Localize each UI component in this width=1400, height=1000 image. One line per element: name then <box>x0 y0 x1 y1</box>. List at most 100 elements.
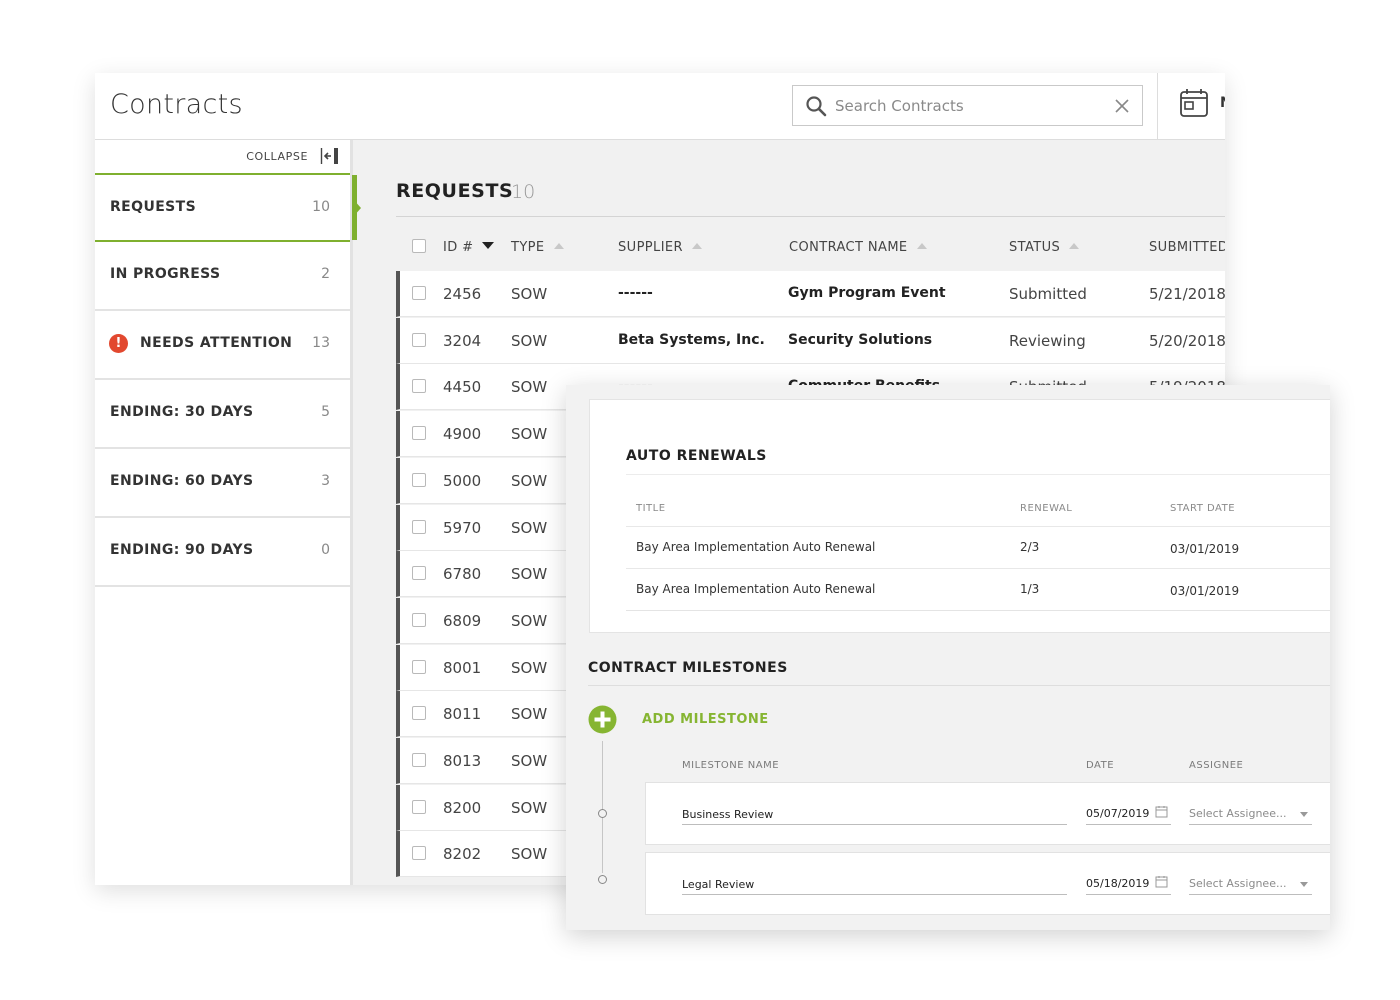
row-checkbox[interactable] <box>412 753 426 767</box>
milestone-date-field[interactable]: 05/07/2019 <box>1086 805 1171 825</box>
timeline-dot <box>598 875 607 884</box>
cell-type: SOW <box>511 565 548 583</box>
milestones-column-assignee: ASSIGNEE <box>1189 760 1244 771</box>
page-title: Contracts <box>110 89 243 120</box>
cell-type: SOW <box>511 752 548 770</box>
cell-id: 4450 <box>443 378 482 396</box>
sidebar-item-needs-attention[interactable]: ! NEEDS ATTENTION 13 <box>95 311 350 380</box>
auto-renewals-title: AUTO RENEWALS <box>626 448 767 464</box>
sidebar-item-requests[interactable]: REQUESTS 10 <box>95 173 357 242</box>
row-checkbox[interactable] <box>412 566 426 580</box>
row-checkbox[interactable] <box>412 379 426 393</box>
sidebar-item-count: 0 <box>321 542 330 558</box>
sidebar-item-count: 2 <box>321 266 330 282</box>
column-header-supplier[interactable]: SUPPLIER <box>618 240 702 255</box>
calendar-icon[interactable] <box>1155 875 1168 888</box>
chevron-down-icon <box>1300 812 1308 817</box>
collapse-left-icon[interactable] <box>320 147 340 165</box>
cell-type: SOW <box>511 705 548 723</box>
renewal-row[interactable]: Bay Area Implementation Auto Renewal 2/3… <box>626 526 1330 568</box>
cell-id: 8001 <box>443 659 482 677</box>
sidebar-item-label: NEEDS ATTENTION <box>140 335 293 351</box>
section-count: 10 <box>511 181 536 203</box>
plus-circle-icon[interactable] <box>588 705 617 734</box>
milestone-date-field[interactable]: 05/18/2019 <box>1086 875 1171 895</box>
table-row[interactable]: 2456 SOW ------ Gym Program Event Submitted 5… <box>396 271 1225 317</box>
cell-supplier: Beta Systems, Inc. <box>618 332 765 348</box>
row-checkbox[interactable] <box>412 426 426 440</box>
column-header-label: SUBMITTED <box>1149 240 1225 255</box>
milestones-title: CONTRACT MILESTONES <box>588 660 788 676</box>
milestones-column-date: DATE <box>1086 760 1115 771</box>
sort-asc-icon <box>691 243 702 249</box>
cell-id: 5970 <box>443 519 482 537</box>
close-icon[interactable] <box>1113 97 1131 115</box>
auto-renewals-panel: AUTO RENEWALS TITLE RENEWAL START DATE B… <box>589 399 1330 633</box>
assignee-select[interactable]: Select Assignee... <box>1189 875 1312 895</box>
cell-submitted: 5/20/2018 <box>1149 332 1225 350</box>
cell-type: SOW <box>511 659 548 677</box>
sidebar-item-in-progress[interactable]: IN PROGRESS 2 <box>95 242 350 311</box>
renewals-column-renewal: RENEWAL <box>1020 503 1073 514</box>
cell-status: Submitted <box>1009 285 1087 303</box>
row-checkbox[interactable] <box>412 286 426 300</box>
cell-type: SOW <box>511 845 548 863</box>
collapse-label: COLLAPSE <box>246 150 308 163</box>
cell-id: 3204 <box>443 332 482 350</box>
renewal-count: 2/3 <box>1020 540 1040 554</box>
row-checkbox[interactable] <box>412 473 426 487</box>
cell-id: 2456 <box>443 285 482 303</box>
cell-id: 8011 <box>443 705 482 723</box>
search-box[interactable] <box>792 85 1143 126</box>
row-checkbox[interactable] <box>412 800 426 814</box>
renewal-count: 1/3 <box>1020 582 1040 596</box>
row-checkbox[interactable] <box>412 846 426 860</box>
sidebar-item-ending-60-days[interactable]: ENDING: 60 DAYS 3 <box>95 449 350 518</box>
add-milestone-button[interactable]: ADD MILESTONE <box>642 712 769 727</box>
column-header-status[interactable]: STATUS <box>1009 240 1080 255</box>
sidebar-item-ending-90-days[interactable]: ENDING: 90 DAYS 0 <box>95 518 350 587</box>
cell-type: SOW <box>511 378 548 396</box>
cell-type: SOW <box>511 612 548 630</box>
row-checkbox[interactable] <box>412 333 426 347</box>
select-all-checkbox[interactable] <box>412 239 426 253</box>
alert-circle-icon: ! <box>109 334 128 353</box>
row-checkbox[interactable] <box>412 706 426 720</box>
column-header-id[interactable]: ID # <box>443 240 495 255</box>
sidebar-item-count: 13 <box>312 335 330 351</box>
cell-supplier: ------ <box>618 285 653 301</box>
cell-type: SOW <box>511 519 548 537</box>
column-header-contract-name[interactable]: CONTRACT NAME <box>789 240 927 255</box>
renewal-row[interactable]: Bay Area Implementation Auto Renewal 1/3… <box>626 568 1330 610</box>
sort-asc-icon <box>916 243 927 249</box>
row-checkbox[interactable] <box>412 520 426 534</box>
renewal-title: Bay Area Implementation Auto Renewal <box>636 582 876 596</box>
column-header-label: STATUS <box>1009 240 1061 255</box>
topbar-cut-label: N <box>1220 95 1225 111</box>
renewals-column-start-date: START DATE <box>1170 503 1236 514</box>
calendar-icon[interactable] <box>1155 805 1168 818</box>
cell-submitted: 5/21/2018 | <box>1149 285 1225 303</box>
assignee-placeholder: Select Assignee... <box>1189 807 1287 820</box>
divider <box>626 474 1330 475</box>
collapse-row[interactable]: COLLAPSE <box>95 140 350 173</box>
milestone-name-field[interactable]: Business Review <box>682 805 1067 825</box>
table-row[interactable]: 3204 SOW Beta Systems, Inc. Security Soluti… <box>396 318 1225 364</box>
search-input[interactable] <box>835 94 1095 118</box>
sidebar-item-label: REQUESTS <box>110 199 197 215</box>
cell-type: SOW <box>511 285 548 303</box>
sidebar-item-ending-30-days[interactable]: ENDING: 30 DAYS 5 <box>95 380 350 449</box>
column-header-submitted[interactable]: SUBMITTED <box>1149 240 1225 255</box>
cell-id: 4900 <box>443 425 482 443</box>
column-header-type[interactable]: TYPE <box>511 240 564 255</box>
row-checkbox[interactable] <box>412 613 426 627</box>
assignee-select[interactable]: Select Assignee... <box>1189 805 1312 825</box>
milestone-date-value: 05/18/2019 <box>1086 877 1150 890</box>
calendar-icon[interactable] <box>1178 86 1212 120</box>
milestone-row: Business Review 05/07/2019 Select Assign… <box>645 782 1330 845</box>
assignee-placeholder: Select Assignee... <box>1189 877 1287 890</box>
milestone-row: Legal Review 05/18/2019 Select Assignee.… <box>645 852 1330 915</box>
cell-id: 6809 <box>443 612 482 630</box>
row-checkbox[interactable] <box>412 660 426 674</box>
milestone-name-field[interactable]: Legal Review <box>682 875 1067 895</box>
